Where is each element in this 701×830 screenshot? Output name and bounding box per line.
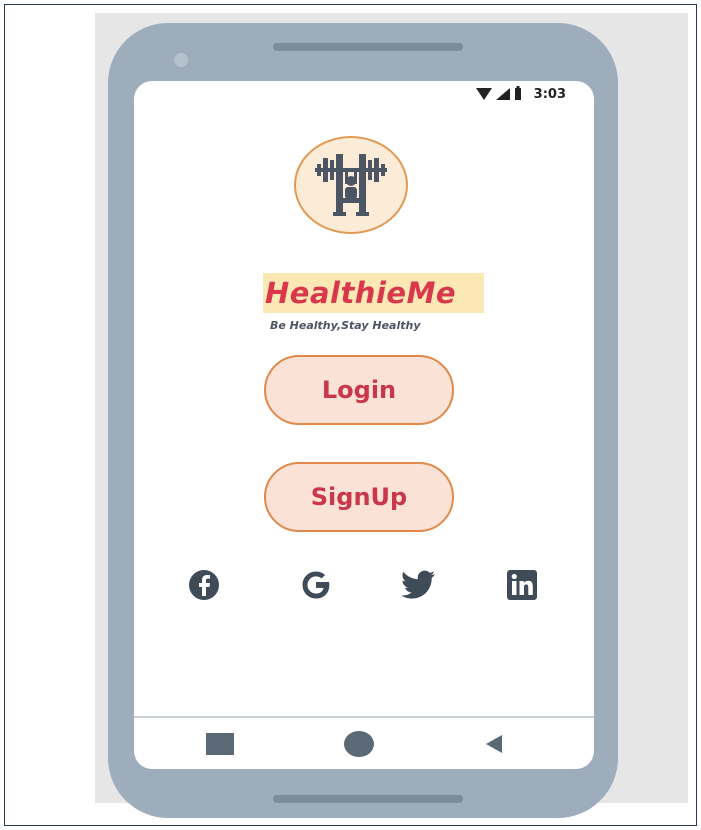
facebook-icon[interactable] <box>184 565 224 605</box>
status-bar: 3:03 <box>475 85 566 104</box>
earpiece-speaker <box>273 43 463 51</box>
linkedin-icon[interactable] <box>502 565 542 605</box>
cell-signal-icon <box>495 85 510 104</box>
front-camera <box>174 53 188 67</box>
phone-mockup: 3:03 HealthieMe Be Healthy,Stay Healthy … <box>108 23 618 818</box>
nav-divider <box>134 716 594 718</box>
battery-icon <box>514 85 522 104</box>
weightlifter-logo-icon <box>294 136 408 234</box>
status-time: 3:03 <box>533 86 566 102</box>
bottom-speaker <box>273 795 463 803</box>
home-circle-icon[interactable] <box>344 731 374 757</box>
google-icon[interactable] <box>296 565 336 605</box>
app-name: HealthieMe <box>265 276 457 310</box>
app-tagline: Be Healthy,Stay Healthy <box>270 319 421 332</box>
wifi-icon <box>475 85 492 104</box>
login-button[interactable]: Login <box>264 355 454 425</box>
recent-apps-square-icon[interactable] <box>206 733 234 755</box>
phone-screen: 3:03 HealthieMe Be Healthy,Stay Healthy … <box>134 81 594 769</box>
twitter-icon[interactable] <box>399 565 439 605</box>
back-triangle-icon[interactable] <box>486 735 502 753</box>
signup-button[interactable]: SignUp <box>264 462 454 532</box>
